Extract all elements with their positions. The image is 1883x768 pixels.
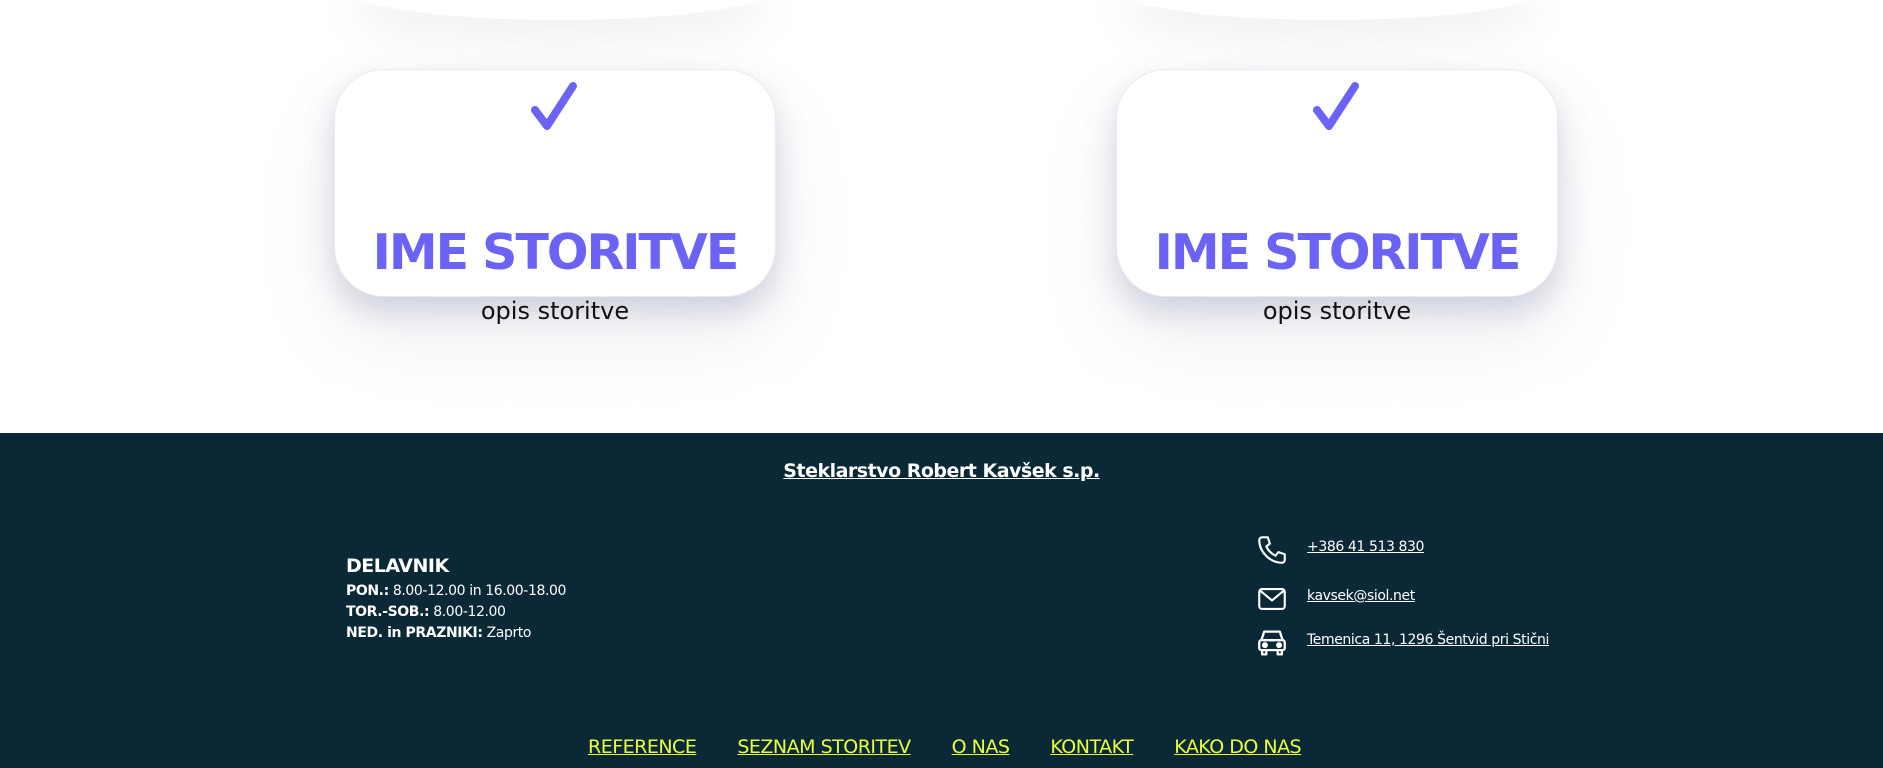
phone-icon [1255, 533, 1289, 567]
hours-label: NED. in PRAZNIKI: [346, 625, 483, 641]
check-icon [1117, 82, 1557, 152]
contact-address: Temenica 11, 1296 Šentvid pri Stični [1255, 626, 1655, 666]
working-hours-heading: DELAVNIK [346, 555, 449, 577]
hours-value: 8.00-12.00 in 16.00-18.00 [388, 583, 567, 599]
address-link[interactable]: Temenica 11, 1296 Šentvid pri Stični [1307, 632, 1549, 648]
hours-row: NED. in PRAZNIKI: Zaprto [346, 623, 566, 644]
hours-value: 8.00-12.00 [429, 604, 506, 620]
car-icon [1255, 626, 1289, 660]
page: IME STORITVE opis storitve IME STORITVE … [0, 0, 1883, 768]
hours-row: TOR.-SOB.: 8.00-12.00 [346, 602, 566, 623]
hours-value: Zaprto [482, 625, 532, 641]
service-card: IME STORITVE opis storitve [334, 69, 776, 323]
service-title: IME STORITVE [1154, 224, 1522, 281]
hours-row: PON.: 8.00-12.00 in 16.00-18.00 [346, 581, 566, 602]
nav-link-o-nas[interactable]: O NAS [952, 736, 1010, 758]
footer-nav: REFERENCE SEZNAM STORITEV O NAS KONTAKT KAKO… [588, 736, 1342, 762]
contact-phone: +386 41 513 830 [1255, 533, 1655, 573]
card-shadow-decoration [1120, 0, 1540, 20]
service-description: opis storitve [1262, 297, 1412, 325]
contact-email: kavsek@siol.net [1255, 582, 1655, 622]
nav-link-kako-do-nas[interactable]: KAKO DO NAS [1174, 736, 1301, 758]
email-link[interactable]: kavsek@siol.net [1307, 588, 1415, 604]
mail-icon [1255, 582, 1289, 616]
service-card: IME STORITVE opis storitve [1116, 69, 1558, 323]
nav-link-kontakt[interactable]: KONTAKT [1050, 736, 1133, 758]
check-icon [335, 82, 775, 152]
nav-link-reference[interactable]: REFERENCE [588, 736, 697, 758]
nav-link-seznam-storitev[interactable]: SEZNAM STORITEV [737, 736, 911, 758]
hours-label: TOR.-SOB.: [346, 604, 430, 620]
phone-link[interactable]: +386 41 513 830 [1307, 539, 1424, 555]
card-shadow-decoration [350, 0, 770, 20]
service-description: opis storitve [480, 297, 630, 325]
services-section: IME STORITVE opis storitve IME STORITVE … [0, 0, 1883, 433]
footer: Steklarstvo Robert Kavšek s.p. DELAVNIK … [0, 433, 1883, 768]
working-hours: DELAVNIK PON.: 8.00-12.00 in 16.00-18.00… [346, 555, 566, 644]
hours-label: PON.: [346, 583, 389, 599]
company-name-link[interactable]: Steklarstvo Robert Kavšek s.p. [0, 460, 1883, 482]
service-title: IME STORITVE [372, 224, 740, 281]
